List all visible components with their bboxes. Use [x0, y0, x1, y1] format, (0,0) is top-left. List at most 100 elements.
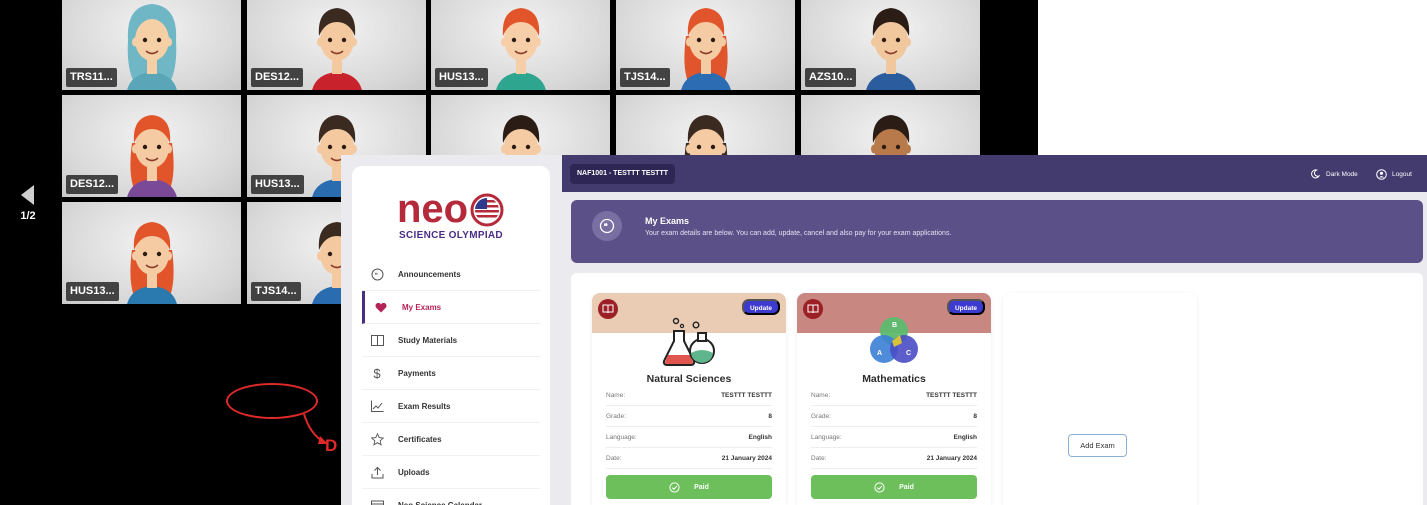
- detail-key: Date:: [606, 454, 622, 462]
- detail-value: 8: [768, 412, 772, 420]
- logo-mark-icon: neo: [397, 188, 504, 228]
- page-title: My Exams: [645, 216, 690, 226]
- paid-label: Paid: [899, 483, 914, 491]
- sidebar-item-neo-science-calendar[interactable]: Neo Science Calendar: [362, 489, 540, 505]
- participant-name: DES12...: [251, 68, 304, 87]
- exam-detail-row: Date: 21 January 2024: [606, 448, 772, 469]
- logo-subtitle: SCIENCE OLYMPIAD: [399, 230, 503, 241]
- check-circle-icon: [874, 481, 885, 493]
- avatar-illustration-icon: [680, 8, 731, 90]
- svg-text:❝: ❝: [604, 222, 609, 231]
- calendar-icon: [370, 498, 384, 505]
- venn-diagram-icon: B A C: [870, 317, 918, 363]
- participant-tile[interactable]: HUS13...: [431, 0, 610, 90]
- svg-text:B: B: [892, 322, 897, 329]
- participant-name: TJS14...: [251, 282, 301, 301]
- svg-text:❝: ❝: [374, 273, 377, 279]
- exam-detail-row: Language: English: [811, 427, 977, 448]
- logout-button[interactable]: Logout: [1376, 167, 1412, 181]
- sidebar-item-study-materials[interactable]: Study Materials: [362, 324, 540, 357]
- participant-tile[interactable]: TRS11...: [62, 0, 241, 90]
- participant-name: HUS13...: [251, 175, 304, 194]
- sidebar-item-announcements[interactable]: ❝ Announcements: [362, 258, 540, 291]
- dark-mode-toggle[interactable]: Dark Mode: [1310, 167, 1358, 181]
- participant-name: DES12...: [66, 175, 119, 194]
- sidebar-item-certificates[interactable]: Certificates: [362, 423, 540, 456]
- previous-page-arrow-icon[interactable]: [18, 184, 38, 206]
- paid-label: Paid: [694, 483, 709, 491]
- dollar-icon: $: [373, 365, 381, 381]
- detail-value: TESTTT TESTTT: [721, 391, 772, 399]
- svg-text:C: C: [906, 350, 911, 357]
- book-icon: [370, 333, 384, 347]
- sidebar-item-label: Uploads: [398, 467, 430, 477]
- participant-tile[interactable]: DES12...: [62, 95, 241, 197]
- sidebar-item-label: Announcements: [398, 269, 461, 279]
- page-indicator: 1/2: [20, 210, 36, 222]
- us-flag-globe-icon: [470, 193, 504, 227]
- star-icon: [370, 432, 384, 446]
- update-button[interactable]: Update: [741, 299, 780, 315]
- sidebar-item-label: Payments: [398, 368, 436, 378]
- check-circle-icon: [669, 481, 680, 493]
- participant-name: HUS13...: [66, 282, 119, 301]
- update-button[interactable]: Update: [946, 299, 985, 315]
- callout-letter: D: [325, 436, 338, 455]
- detail-key: Name:: [811, 391, 831, 399]
- dark-mode-label: Dark Mode: [1326, 170, 1358, 178]
- exam-subject-title: Natural Sciences: [646, 373, 732, 385]
- open-book-icon[interactable]: [803, 299, 823, 319]
- account-chip[interactable]: NAF1001 - TESTTT TESTTT: [570, 164, 676, 184]
- participant-tile[interactable]: DES12...: [247, 0, 426, 90]
- exam-detail-row: Grade: 8: [811, 406, 977, 427]
- exam-card: Update Natural Sciences Name: TESTTT TEST…: [592, 293, 786, 505]
- exam-detail-row: Name: TESTTT TESTTT: [606, 385, 772, 406]
- detail-key: Language:: [606, 433, 637, 441]
- participant-name: TRS11...: [66, 68, 117, 87]
- participant-tile[interactable]: HUS13...: [62, 202, 241, 304]
- logout-label: Logout: [1392, 170, 1412, 178]
- avatar-illustration-icon: [495, 8, 546, 90]
- svg-text:A: A: [877, 350, 882, 357]
- avatar-illustration-icon: [126, 115, 177, 197]
- sidebar-item-payments[interactable]: $ Payments: [362, 357, 540, 390]
- sidebar-item-my-exams[interactable]: My Exams: [362, 291, 540, 324]
- detail-value: 21 January 2024: [721, 454, 772, 462]
- detail-value: 8: [973, 412, 977, 420]
- sidebar-item-label: Study Materials: [398, 335, 458, 345]
- exams-panel: Update Natural Sciences Name: TESTTT TEST…: [571, 273, 1423, 505]
- neo-science-olympiad-logo[interactable]: neo SCIENCE OLYMPIAD: [352, 188, 550, 242]
- detail-key: Name:: [606, 391, 626, 399]
- chat-quote-icon: ❝: [370, 267, 384, 281]
- detail-value: 21 January 2024: [926, 454, 977, 462]
- sidebar-item-uploads[interactable]: Uploads: [362, 456, 540, 489]
- chemistry-flasks-icon: [662, 317, 715, 366]
- open-book-icon[interactable]: [598, 299, 618, 319]
- sidebar: neo SCIENCE OLYMPIAD ❝ Announcements My …: [352, 166, 550, 505]
- exam-card: Update B A C Mathematics Name: TESTTT TES…: [797, 293, 991, 505]
- sidebar-item-exam-results[interactable]: Exam Results: [362, 390, 540, 423]
- exam-detail-row: Language: English: [606, 427, 772, 448]
- user-circle-icon: [1376, 168, 1387, 180]
- paid-status-button[interactable]: Paid: [811, 475, 977, 499]
- screenshot-root: TRS11... DES12... HUS13... TJS14... AZS1…: [0, 0, 1427, 505]
- participant-tile[interactable]: AZS10...: [801, 0, 980, 90]
- participant-tile[interactable]: TJS14...: [616, 0, 795, 90]
- avatar-illustration-icon: [865, 8, 916, 90]
- top-bar: NAF1001 - TESTTT TESTTT Dark Mode Logout: [562, 155, 1427, 192]
- moon-icon: [1311, 169, 1320, 179]
- exam-detail-row: Date: 21 January 2024: [811, 448, 977, 469]
- detail-key: Grade:: [811, 412, 831, 420]
- chart-line-icon: [370, 399, 384, 413]
- exam-subject-title: Mathematics: [862, 373, 926, 385]
- detail-value: English: [748, 433, 772, 441]
- page-banner: ❝ My Exams Your exam details are below. …: [571, 200, 1423, 263]
- detail-key: Grade:: [606, 412, 626, 420]
- sidebar-item-label: Exam Results: [398, 401, 451, 411]
- add-exam-button[interactable]: Add Exam: [1068, 434, 1127, 457]
- portal-window: neo SCIENCE OLYMPIAD ❝ Announcements My …: [341, 155, 1427, 505]
- paid-status-button[interactable]: Paid: [606, 475, 772, 499]
- exam-detail-row: Grade: 8: [606, 406, 772, 427]
- chat-quote-icon: ❝: [592, 211, 622, 241]
- avatar-illustration-icon: [126, 222, 177, 304]
